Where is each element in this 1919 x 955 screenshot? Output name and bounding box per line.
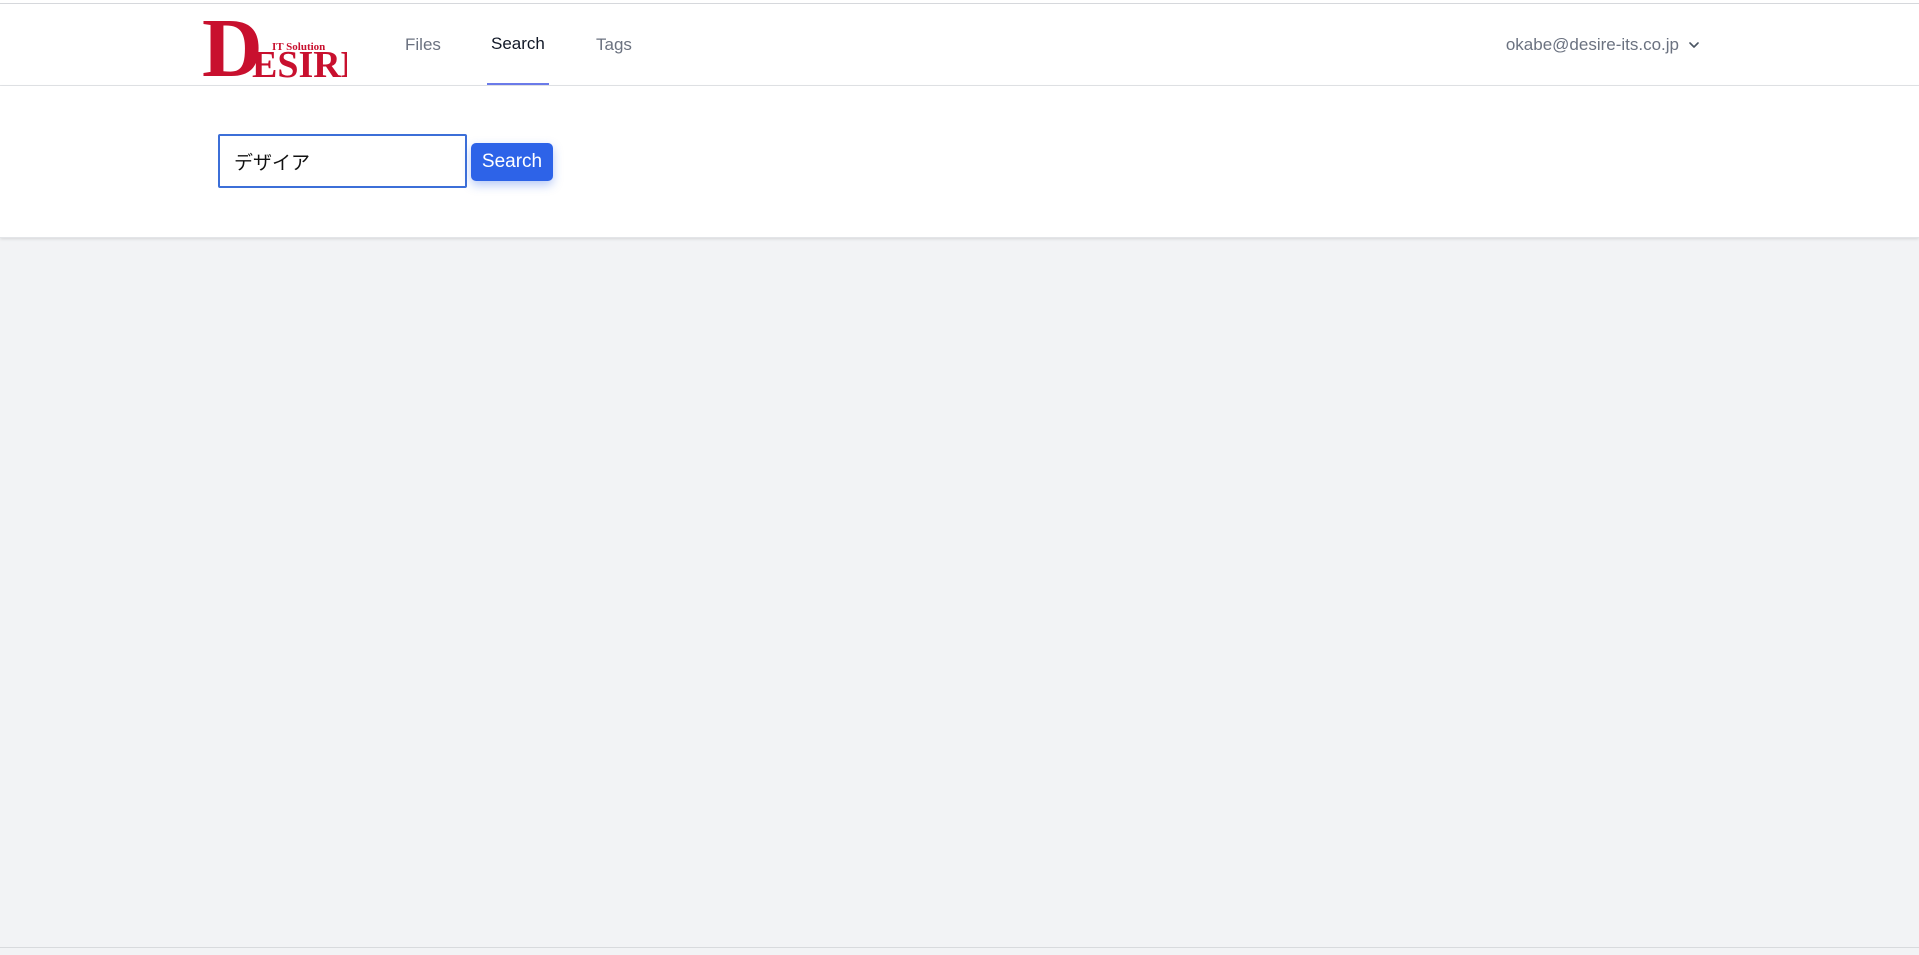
navbar: D ESIRE IT Solution Files Search Tags ok… — [0, 2, 1919, 95]
desire-logo[interactable]: D ESIRE IT Solution — [202, 2, 366, 95]
nav-search-link[interactable]: Search — [487, 4, 549, 85]
chevron-down-icon — [1689, 41, 1699, 48]
svg-text:IT Solution: IT Solution — [272, 41, 325, 53]
nav-files-link[interactable]: Files — [401, 4, 445, 85]
bottom-border — [0, 947, 1919, 948]
search-input[interactable] — [218, 134, 467, 188]
search-panel: Search — [0, 86, 1919, 238]
user-email: okabe@desire-its.co.jp — [1505, 34, 1679, 54]
nav-tags-link[interactable]: Tags — [592, 4, 636, 85]
search-button[interactable]: Search — [471, 143, 553, 181]
user-menu[interactable]: okabe@desire-its.co.jp — [1506, 4, 1699, 85]
logo-image: D ESIRE IT Solution — [202, 2, 366, 95]
